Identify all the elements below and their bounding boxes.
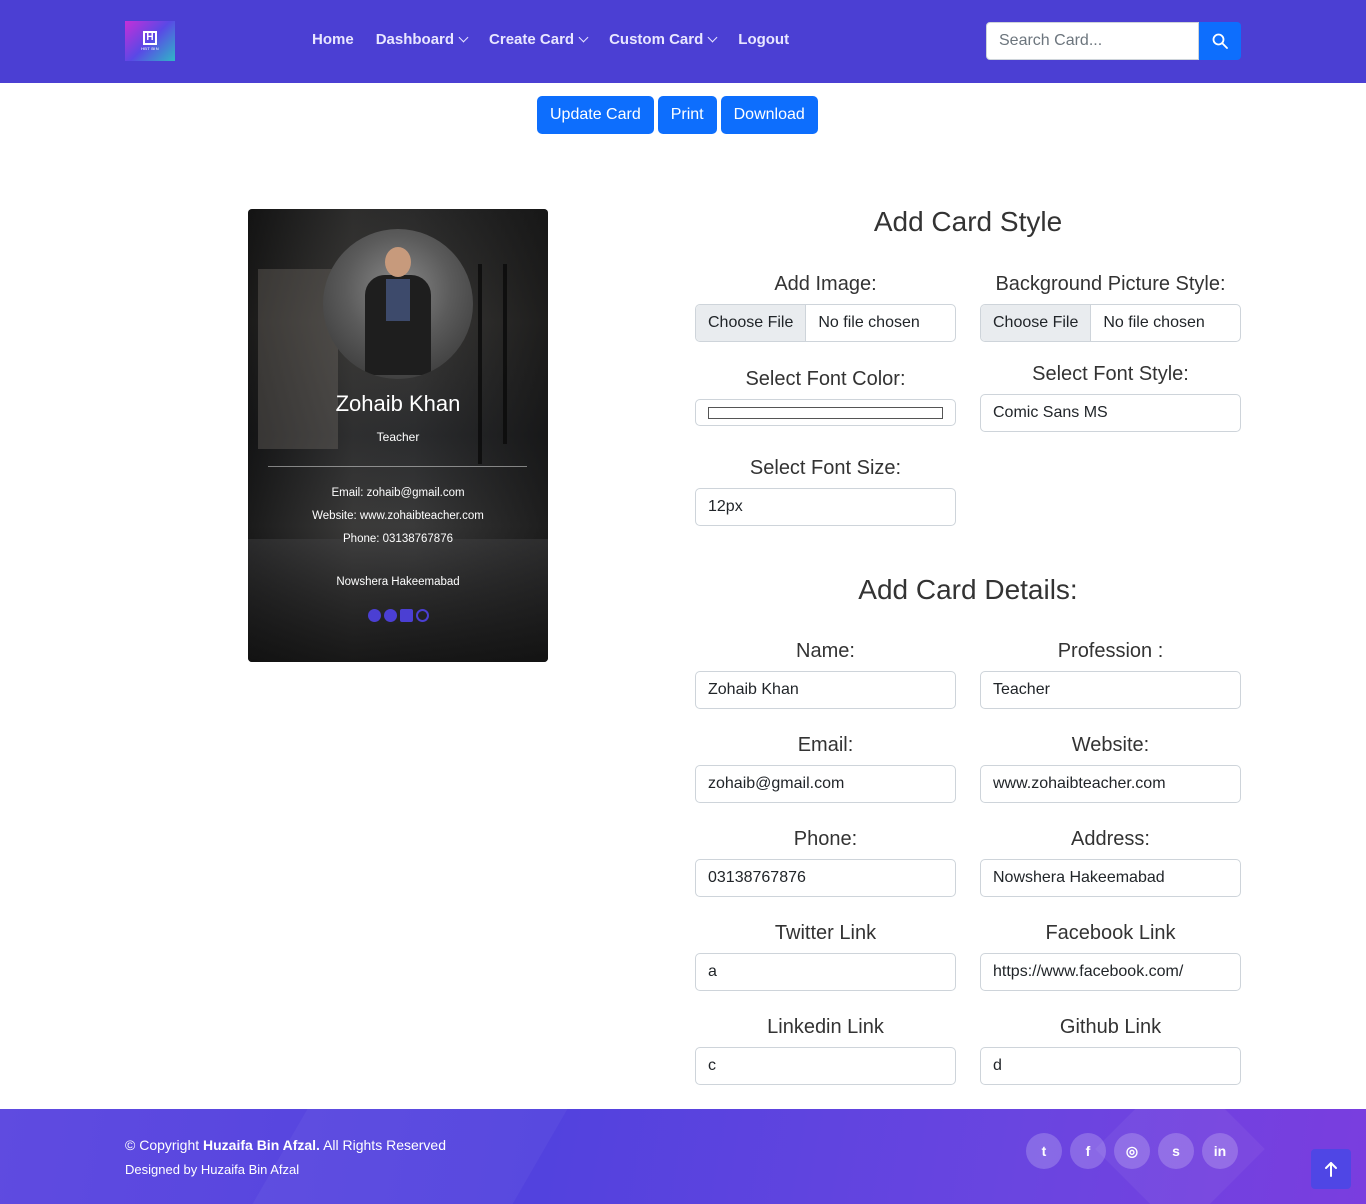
search-button[interactable]: [1199, 22, 1241, 60]
facebook-icon[interactable]: [383, 609, 397, 622]
back-to-top-button[interactable]: [1311, 1149, 1351, 1189]
avatar-shirt: [386, 279, 410, 321]
logo-mark-icon: H: [143, 31, 157, 45]
nav-create-card[interactable]: Create Card: [489, 31, 589, 48]
copyright-suffix: All Rights Reserved: [319, 1137, 447, 1153]
top-navbar: H HBT BIN Home Dashboard Create Card Cus…: [0, 0, 1366, 83]
card-preview: Zohaib Khan Teacher Email: zohaib@gmail.…: [248, 209, 548, 662]
facebook-link-input[interactable]: https://www.facebook.com/: [980, 953, 1241, 991]
nav-custom-card[interactable]: Custom Card: [609, 31, 718, 48]
chevron-down-icon: [458, 32, 469, 43]
copyright-text: © Copyright Huzaifa Bin Afzal. All Right…: [125, 1137, 446, 1153]
card-phone: Phone: 03138767876: [343, 533, 453, 545]
logo-subtext: HBT BIN: [141, 46, 159, 51]
github-link-input[interactable]: d: [980, 1047, 1241, 1085]
font-style-input[interactable]: Comic Sans MS: [980, 394, 1241, 432]
card-website: Website: www.zohaibteacher.com: [312, 510, 484, 522]
nav-links: Home Dashboard Create Card Custom Card L…: [312, 31, 811, 48]
choose-file-button[interactable]: Choose File: [981, 305, 1092, 341]
card-background-pole: [503, 264, 507, 444]
address-input[interactable]: Nowshera Hakeemabad: [980, 859, 1241, 897]
background-picture-file-input[interactable]: Choose File No file chosen: [980, 304, 1241, 342]
brand-logo[interactable]: H HBT BIN: [125, 21, 175, 61]
add-card-style-title: Add Card Style: [873, 206, 1063, 237]
chevron-down-icon: [707, 32, 718, 43]
file-status: No file chosen: [818, 314, 920, 331]
nav-dashboard-label: Dashboard: [375, 31, 455, 48]
card-background-street: [248, 539, 548, 662]
footer-social-links: t f ◎ s in: [1026, 1133, 1238, 1169]
instagram-icon[interactable]: [399, 609, 413, 622]
add-image-file-input[interactable]: Choose File No file chosen: [695, 304, 956, 342]
font-size-input[interactable]: 12px: [695, 488, 956, 526]
update-card-button[interactable]: Update Card: [537, 96, 654, 134]
designed-by-text: Designed by Huzaifa Bin Afzal: [125, 1162, 300, 1177]
file-status: No file chosen: [1103, 314, 1205, 331]
twitter-icon[interactable]: [367, 609, 381, 622]
font-style-label: Select Font Style:: [1032, 363, 1189, 385]
copyright-owner: Huzaifa Bin Afzal.: [203, 1137, 320, 1153]
choose-file-button[interactable]: Choose File: [696, 305, 807, 341]
nav-create-card-label: Create Card: [489, 31, 575, 48]
arrow-up-icon: [1325, 1162, 1337, 1177]
phone-label: Phone:: [793, 828, 858, 850]
facebook-link-label: Facebook Link: [1045, 922, 1176, 944]
search-icon: [1212, 33, 1228, 49]
github-link-label: Github Link: [1059, 1016, 1162, 1038]
search-input[interactable]: [986, 22, 1199, 60]
print-button[interactable]: Print: [657, 96, 717, 134]
add-image-label: Add Image:: [774, 273, 877, 295]
card-name: Zohaib Khan: [335, 391, 461, 416]
search-form: [986, 22, 1241, 60]
nav-custom-card-label: Custom Card: [609, 31, 704, 48]
name-input[interactable]: Zohaib Khan: [695, 671, 956, 709]
profession-input[interactable]: Teacher: [980, 671, 1241, 709]
instagram-icon[interactable]: ◎: [1114, 1133, 1150, 1169]
avatar-head: [385, 247, 411, 277]
email-label: Email:: [797, 734, 854, 756]
card-profession: Teacher: [376, 430, 420, 444]
footer-decoration: [252, 1109, 568, 1204]
nav-logout-label: Logout: [738, 31, 790, 48]
nav-dashboard[interactable]: Dashboard: [375, 31, 469, 48]
font-size-label: Select Font Size:: [749, 457, 902, 479]
copyright-prefix: © Copyright: [125, 1137, 204, 1153]
nav-home[interactable]: Home: [312, 31, 354, 48]
nav-logout[interactable]: Logout: [738, 31, 789, 48]
card-social-links: [248, 609, 548, 622]
website-label: Website:: [1071, 734, 1150, 756]
add-card-details-title: Add Card Details:: [858, 574, 1078, 605]
font-color-picker[interactable]: [695, 399, 956, 426]
font-color-label: Select Font Color:: [745, 368, 906, 390]
download-button[interactable]: Download: [720, 96, 818, 134]
twitter-link-label: Twitter Link: [774, 922, 877, 944]
profession-label: Profession :: [1057, 640, 1164, 662]
facebook-icon[interactable]: f: [1070, 1133, 1106, 1169]
card-email: Email: zohaib@gmail.com: [331, 487, 465, 499]
background-picture-label: Background Picture Style:: [995, 273, 1226, 295]
linkedin-link-input[interactable]: c: [695, 1047, 956, 1085]
card-avatar: [323, 229, 473, 379]
card-address: Nowshera Hakeemabad: [336, 576, 460, 588]
chevron-down-icon: [578, 32, 589, 43]
footer: © Copyright Huzaifa Bin Afzal. All Right…: [0, 1109, 1366, 1204]
linkedin-link-label: Linkedin Link: [767, 1016, 884, 1038]
card-actions: Update Card Print Download: [537, 96, 818, 134]
name-label: Name:: [796, 640, 855, 662]
email-input[interactable]: zohaib@gmail.com: [695, 765, 956, 803]
twitter-link-input[interactable]: a: [695, 953, 956, 991]
linkedin-icon[interactable]: in: [1202, 1133, 1238, 1169]
nav-home-label: Home: [312, 31, 354, 48]
card-divider: [268, 466, 527, 467]
twitter-icon[interactable]: t: [1026, 1133, 1062, 1169]
skype-icon[interactable]: s: [1158, 1133, 1194, 1169]
phone-input[interactable]: 03138767876: [695, 859, 956, 897]
font-color-swatch: [708, 406, 943, 419]
address-label: Address:: [1071, 828, 1150, 850]
website-input[interactable]: www.zohaibteacher.com: [980, 765, 1241, 803]
github-icon[interactable]: [415, 609, 429, 622]
